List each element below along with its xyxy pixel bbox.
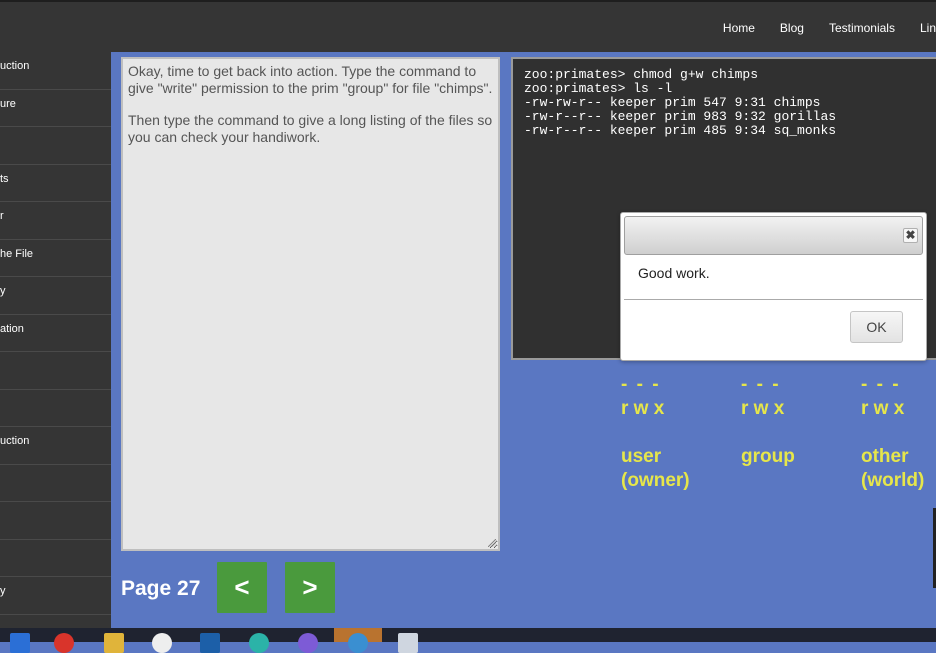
folder-icon[interactable]: [104, 633, 124, 653]
windows-icon[interactable]: [10, 633, 30, 653]
lesson-instructions-textarea[interactable]: Okay, time to get back into action. Type…: [121, 57, 500, 551]
lesson-sidebar: uction ure ts r he File y ation uction y: [0, 52, 111, 628]
sidebar-item-label: uction: [0, 60, 30, 72]
permission-bits: r w x: [861, 398, 905, 419]
sidebar-item-label: uction: [0, 435, 30, 447]
sidebar-item[interactable]: ts: [0, 165, 111, 202]
close-icon[interactable]: ✖: [903, 228, 918, 243]
permission-sublabel: (owner): [621, 470, 690, 491]
permission-dashes: - - -: [621, 374, 661, 395]
browser-icon: [348, 633, 368, 653]
sidebar-item-label: y: [0, 285, 6, 297]
sidebar-item[interactable]: he File: [0, 240, 111, 277]
chrome-icon[interactable]: [54, 633, 74, 653]
permission-bits: r w x: [621, 398, 665, 419]
sidebar-item[interactable]: y: [0, 577, 111, 615]
top-navigation-bar: Home Blog Testimonials Lin: [0, 0, 936, 52]
permission-dashes: - - -: [741, 374, 781, 395]
terminal-line: -rw-r--r-- keeper prim 983 9:32 gorillas: [524, 109, 837, 124]
next-page-button[interactable]: >: [285, 562, 335, 613]
permission-label: group: [741, 446, 795, 467]
nav-blog-link[interactable]: Blog: [780, 21, 804, 35]
sidebar-item[interactable]: [0, 465, 111, 502]
ok-button[interactable]: OK: [850, 311, 903, 343]
permission-sublabel: (world): [861, 470, 925, 491]
permission-column-user: - - - r w x user (owner): [621, 373, 690, 493]
resize-handle[interactable]: [488, 539, 496, 547]
file-icon[interactable]: [398, 633, 418, 653]
sidebar-item[interactable]: [0, 352, 111, 390]
lesson-paragraph: Then type the command to give a long lis…: [128, 112, 493, 145]
terminal-line: -rw-rw-r-- keeper prim 547 9:31 chimps: [524, 95, 821, 110]
sidebar-item[interactable]: [0, 127, 111, 165]
store-icon[interactable]: [200, 633, 220, 653]
sidebar-item-label: ure: [0, 97, 16, 110]
sidebar-item-label: ation: [0, 322, 24, 335]
nav-links-link[interactable]: Lin: [920, 21, 936, 35]
sidebar-item[interactable]: ure: [0, 90, 111, 127]
terminal-line: zoo:primates> ls -l: [524, 81, 673, 96]
permission-label: other: [861, 446, 909, 467]
sidebar-item-label: y: [0, 585, 6, 597]
viber-icon[interactable]: [298, 633, 318, 653]
top-nav-menu: Home Blog Testimonials Lin: [723, 2, 936, 54]
dialog-titlebar: ✖: [624, 216, 923, 255]
dialog-divider: [624, 299, 923, 300]
sidebar-item-label: r: [0, 210, 4, 222]
sidebar-item[interactable]: uction: [0, 427, 111, 465]
permission-dashes: - - -: [861, 374, 901, 395]
page-number: Page 27: [121, 577, 201, 600]
permission-column-other: - - - r w x other (world): [861, 373, 924, 493]
app-icon[interactable]: [249, 633, 269, 653]
previous-page-button[interactable]: <: [217, 562, 267, 613]
nav-testimonials-link[interactable]: Testimonials: [829, 21, 895, 35]
permission-column-group: - - - r w x group: [741, 373, 795, 469]
os-taskbar: [0, 628, 936, 653]
terminal-line: zoo:primates> chmod g+w chimps: [524, 67, 759, 82]
sidebar-item-label: ts: [0, 172, 9, 185]
sidebar-item[interactable]: r: [0, 202, 111, 240]
sidebar-item[interactable]: uction: [0, 52, 111, 90]
feedback-dialog: ✖ Good work. OK: [620, 212, 927, 361]
nav-home-link[interactable]: Home: [723, 21, 755, 35]
permission-label: user: [621, 446, 662, 467]
terminal-line: -rw-r--r-- keeper prim 485 9:34 sq_monks: [524, 123, 837, 138]
sidebar-item[interactable]: [0, 615, 111, 629]
sidebar-item[interactable]: [0, 502, 111, 540]
active-app-tile[interactable]: [334, 628, 382, 653]
sidebar-item[interactable]: [0, 540, 111, 577]
lesson-paragraph: Okay, time to get back into action. Type…: [128, 63, 493, 96]
sidebar-item-label: he File: [0, 247, 34, 260]
search-icon[interactable]: [152, 633, 172, 653]
sidebar-item[interactable]: ation: [0, 315, 111, 352]
permission-bits: r w x: [741, 398, 785, 419]
sidebar-item[interactable]: y: [0, 277, 111, 315]
dialog-message: Good work.: [638, 265, 710, 281]
sidebar-item[interactable]: [0, 390, 111, 427]
